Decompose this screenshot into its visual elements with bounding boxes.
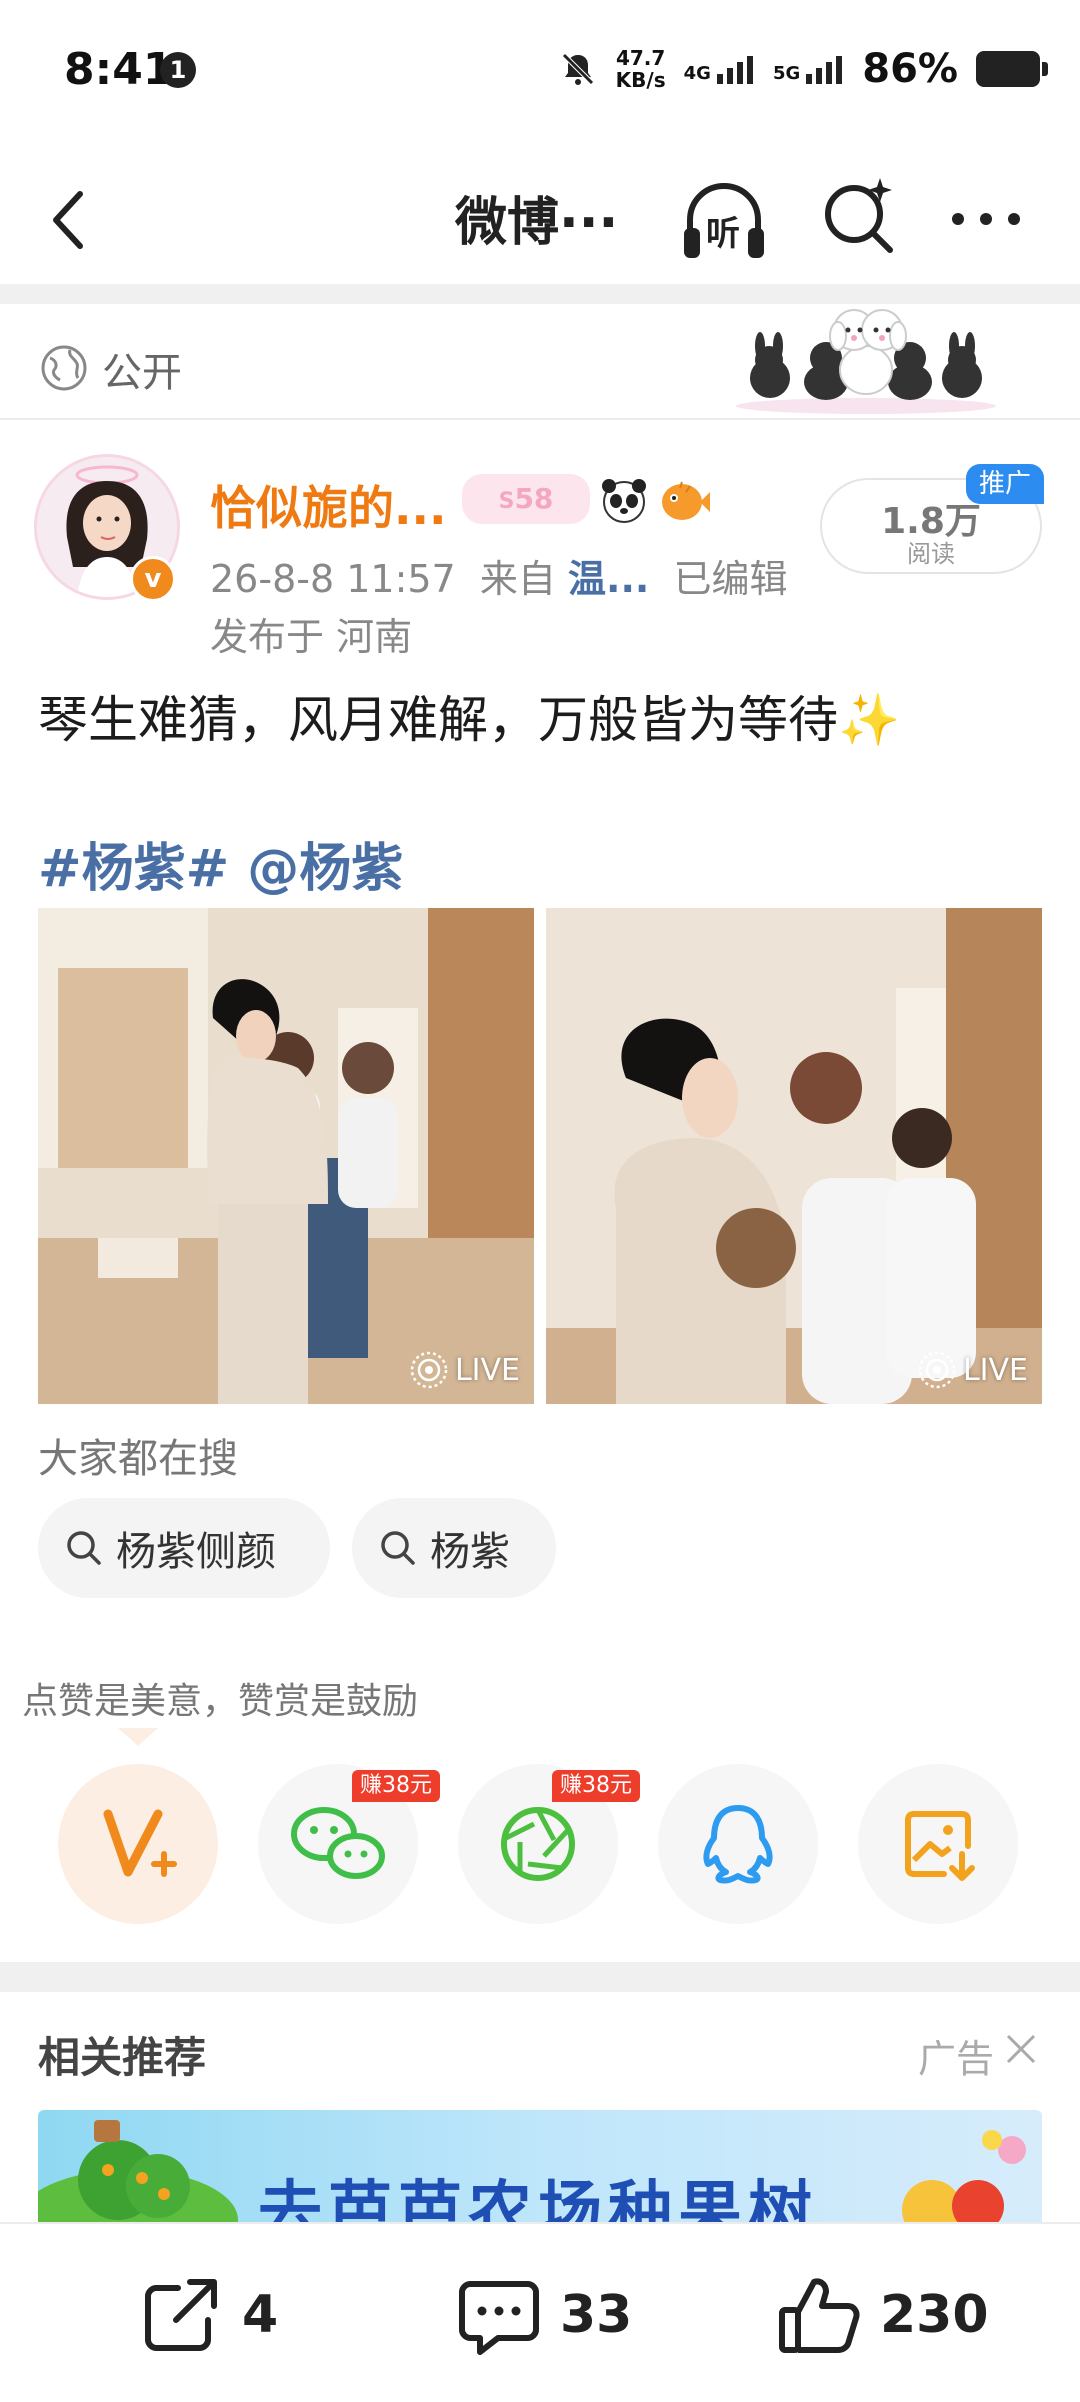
qq-penguin-icon [703, 1805, 773, 1884]
level-badge: S58 [462, 474, 590, 524]
network-4g-label: 4G [683, 63, 711, 84]
trending-chip-1[interactable]: 杨紫侧颜 [38, 1498, 330, 1598]
ad-banner[interactable]: 去芭芭农场种果树 [38, 2110, 1042, 2230]
listen-label: 听 [706, 214, 740, 254]
search-icon [67, 1531, 101, 1565]
signal-icon [716, 56, 753, 84]
search-button[interactable] [818, 172, 902, 256]
post-source-link[interactable]: 温... [568, 557, 649, 601]
earn-badge-wechat: 赚38元 [352, 1770, 440, 1802]
author-name[interactable]: 恰似旎的... [210, 472, 446, 538]
more-dots-icon [952, 213, 1020, 225]
post-timestamp: 26-8-8 11:57 [210, 557, 456, 601]
earn-badge-moments: 赚38元 [552, 1770, 640, 1802]
back-button[interactable] [34, 180, 114, 260]
net-speed: 47.7 KB/s [615, 46, 666, 92]
dog-sticker-decoration [736, 309, 996, 414]
vplus-icon [103, 1809, 177, 1877]
search-icon [381, 1531, 415, 1565]
fruit-illustration [902, 2130, 1026, 2230]
photo-image-2 [546, 908, 1042, 1404]
comment-count: 33 [560, 2285, 633, 2345]
edited-label[interactable]: 已编辑 [674, 557, 788, 601]
status-bar: 8:41 1 47.7 KB/s 4G 5G 86% [0, 0, 1080, 140]
like-count: 230 [880, 2285, 989, 2345]
listen-button[interactable]: 听 [676, 172, 772, 268]
pufferfish-icon [662, 481, 710, 520]
section-divider [0, 1962, 1080, 1992]
globe-icon [41, 345, 87, 391]
promote-tag[interactable]: 推广 [966, 464, 1044, 504]
ad-label: 广告 [918, 2037, 995, 2081]
post-meta: 26-8-8 11:57 来自 温... 已编辑 [210, 548, 788, 603]
post-photo-2[interactable]: LIVE [546, 908, 1042, 1404]
live-photo-badge-1: LIVE [409, 1346, 520, 1394]
tree-illustration [38, 2120, 238, 2230]
ad-banner-text: 去芭芭农场种果树 [258, 2175, 818, 2230]
tagline-pointer [118, 1728, 158, 1746]
trending-chip-2[interactable]: 杨紫 [352, 1498, 556, 1598]
read-label: 阅读 [907, 540, 955, 568]
status-icons: 47.7 KB/s 4G 5G 86% [558, 44, 1048, 94]
live-photo-icon [918, 1351, 956, 1389]
battery-icon [976, 51, 1048, 87]
network-5g-label: 5G [772, 63, 801, 84]
repost-icon [145, 2279, 217, 2351]
save-image-button[interactable] [858, 1764, 1018, 1924]
save-image-icon [905, 1811, 975, 1881]
chevron-left-icon [53, 191, 83, 249]
like-button[interactable]: 230 [776, 2270, 989, 2360]
trending-chip-label: 杨紫 [430, 1529, 510, 1575]
comment-button[interactable]: 33 [456, 2270, 632, 2360]
close-icon[interactable] [1004, 2032, 1038, 2066]
live-photo-badge-2: LIVE [917, 1346, 1028, 1394]
reward-tagline: 点赞是美意，赞赏是鼓励 [22, 1681, 419, 1722]
qq-share-button[interactable] [658, 1764, 818, 1924]
repost-count: 4 [242, 2285, 279, 2345]
visibility-row: 公开 [0, 304, 1080, 420]
mute-bell-icon [561, 53, 594, 85]
post-hashtags[interactable]: #杨紫# @杨紫 [38, 826, 403, 901]
page-title[interactable]: 微博··· [455, 180, 618, 255]
thumbs-up-icon [779, 2278, 860, 2353]
battery-percent: 86% [862, 46, 958, 92]
more-button[interactable] [944, 194, 1028, 244]
search-sparkle-icon [825, 178, 893, 253]
photo-image-1 [38, 908, 534, 1404]
trending-title: 大家都在搜 [38, 1436, 238, 1482]
post-photo-1[interactable]: LIVE [38, 908, 534, 1404]
notification-badge: 1 [160, 52, 196, 88]
visibility-label: 公开 [102, 350, 182, 396]
post-text: 琴生难猜，风月难解，万般皆为等待✨ [38, 691, 901, 749]
comment-icon [459, 2281, 539, 2355]
post-location: 发布于 河南 [210, 615, 413, 659]
panda-icon [602, 479, 646, 523]
live-photo-icon [410, 1351, 448, 1389]
repost-button[interactable]: 4 [138, 2270, 278, 2360]
related-title: 相关推荐 [38, 2033, 207, 2082]
top-nav: 微博··· 听 [0, 150, 1080, 280]
source-prefix: 来自 [479, 557, 556, 601]
verified-badge-icon: v [130, 556, 176, 602]
signal-icon-2 [806, 56, 843, 84]
vplus-reward-button[interactable] [58, 1764, 218, 1924]
bottom-action-bar: 4 33 230 [0, 2222, 1080, 2402]
trending-chip-label: 杨紫侧颜 [116, 1529, 276, 1575]
status-time: 8:41 [64, 44, 174, 95]
